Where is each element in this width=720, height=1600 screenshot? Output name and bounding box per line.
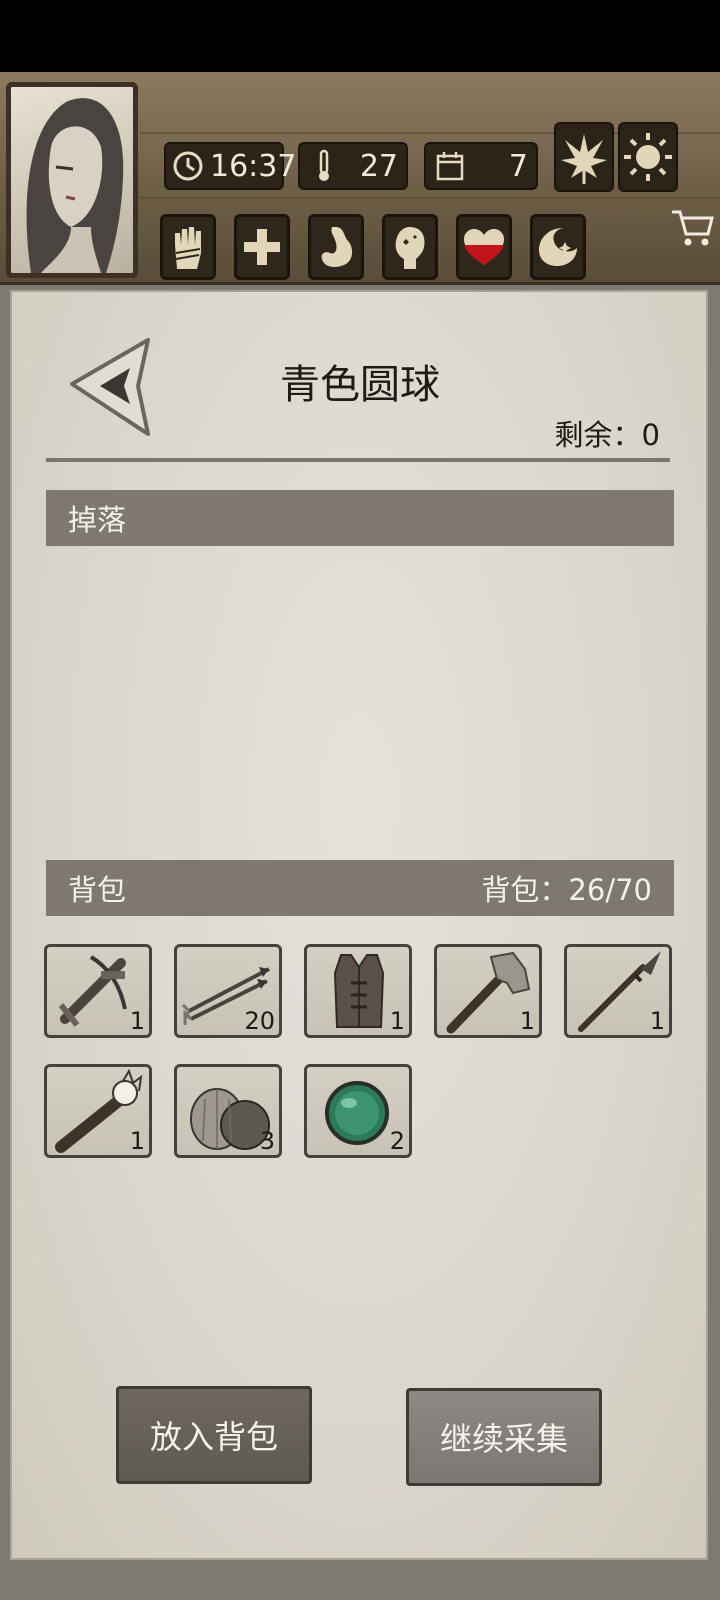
day-display: 7 [424,142,538,190]
plus-icon [244,229,280,265]
heart-status-button[interactable] [456,214,512,280]
temperature-value: 27 [359,148,398,184]
stomach-icon [321,227,353,267]
item-count: 2 [389,1127,405,1155]
thermometer-icon [306,148,342,184]
leaf-icon [561,134,607,184]
remaining-label: 剩余： [554,418,642,452]
backpack-slot-green-orb[interactable]: 2 [304,1064,412,1158]
clock-icon [172,148,204,184]
put-in-backpack-button[interactable]: 放入背包 [116,1386,312,1484]
backpack-slot-leather-vest[interactable]: 1 [304,944,412,1038]
item-count: 3 [259,1127,275,1155]
drops-section-header: 掉落 [46,490,674,546]
backpack-capacity-label: 背包： [481,873,569,907]
item-count: 1 [129,1007,145,1035]
gather-panel [10,290,708,1560]
calendar-icon [432,148,468,184]
remaining-count: 剩余：0 [520,412,660,454]
continue-gathering-button[interactable]: 继续采集 [406,1388,602,1486]
time-display: 16:37 [164,142,296,190]
remaining-value: 0 [641,418,660,452]
sleep-status-button[interactable] [530,214,586,280]
backpack-slot-torch[interactable]: 1 [44,1064,152,1158]
backpack-capacity-value: 26/70 [568,873,652,907]
item-count: 1 [129,1127,145,1155]
title-divider [46,458,670,462]
head-icon [395,227,425,269]
backpack-slot-axe[interactable]: 1 [434,944,542,1038]
mind-status-button[interactable] [382,214,438,280]
back-button[interactable] [68,338,152,436]
back-arrow-icon [70,338,150,436]
character-portrait[interactable] [6,82,138,278]
season-indicator[interactable] [554,122,614,192]
moon-icon [539,228,577,266]
hand-status-button[interactable] [160,214,216,280]
backpack-label: 背包 [68,873,127,907]
sun-icon [624,133,672,181]
item-count: 1 [519,1007,535,1035]
backpack-slot-crossbow[interactable]: 1 [44,944,152,1038]
backpack-slot-arrows[interactable]: 20 [174,944,282,1038]
backpack-slot-spear[interactable]: 1 [564,944,672,1038]
cart-icon [672,210,714,246]
drops-label: 掉落 [68,503,127,537]
backpack-section-header: 背包 背包：26/70 [46,860,674,916]
item-count: 20 [244,1007,275,1035]
heart-icon [464,229,504,265]
portrait-image [26,98,124,273]
stomach-status-button[interactable] [308,214,364,280]
health-status-button[interactable] [234,214,290,280]
item-count: 1 [649,1007,665,1035]
page-title: 青色圆球 [280,362,440,408]
time-value: 16:37 [210,148,297,184]
shop-cart-button[interactable] [668,204,716,252]
item-count: 1 [389,1007,405,1035]
weather-indicator[interactable] [618,122,678,192]
backpack-slot-coconuts[interactable]: 3 [174,1064,282,1158]
status-bar [0,0,720,72]
day-value: 7 [508,148,528,184]
hand-icon [175,227,201,269]
temperature-display: 27 [298,142,408,190]
backpack-capacity: 背包：26/70 [481,867,652,909]
